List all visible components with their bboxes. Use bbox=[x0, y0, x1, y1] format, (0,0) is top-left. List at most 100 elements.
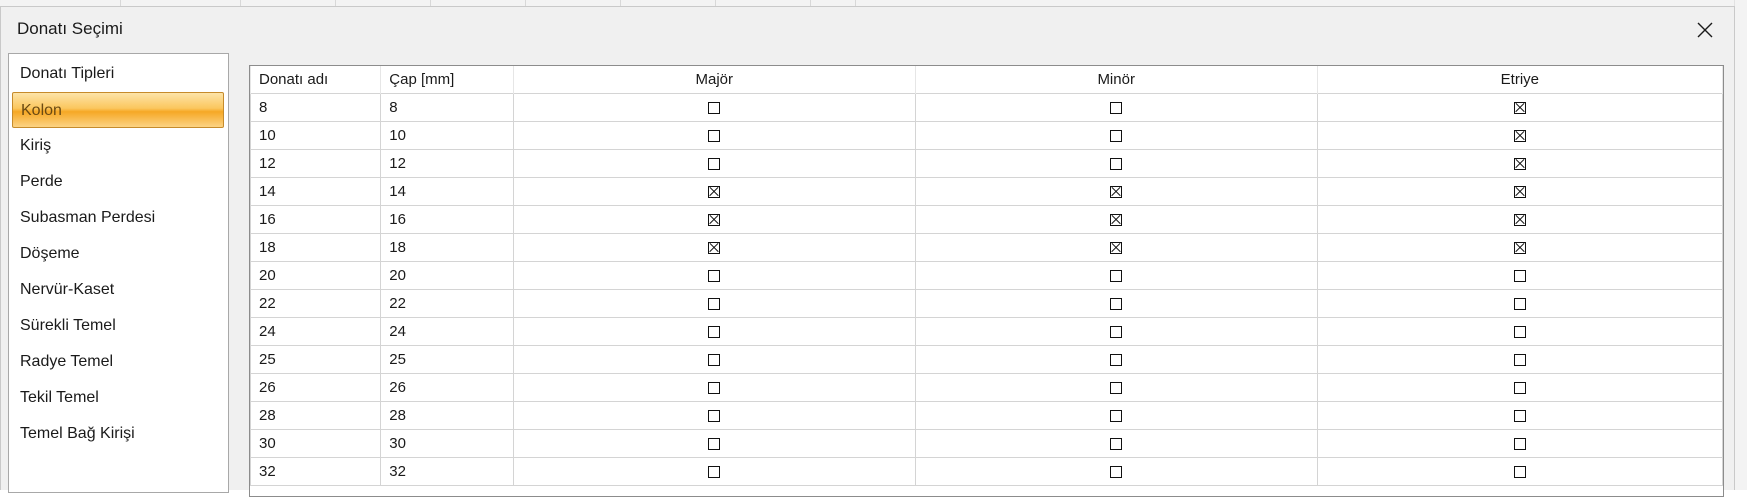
major-checkbox[interactable] bbox=[708, 466, 721, 479]
cell-name[interactable]: 12 bbox=[250, 149, 382, 178]
sidebar-item[interactable]: Tekil Temel bbox=[12, 380, 224, 416]
table-row[interactable]: 12 12 bbox=[250, 149, 1723, 178]
cell-name[interactable]: 22 bbox=[250, 289, 382, 318]
sidebar-item[interactable]: Kolon bbox=[12, 92, 224, 128]
cell-name[interactable]: 28 bbox=[250, 401, 382, 430]
stirrup-checkbox[interactable] bbox=[1513, 270, 1526, 283]
cell-diameter[interactable]: 22 bbox=[380, 289, 514, 318]
stirrup-checkbox[interactable] bbox=[1513, 186, 1526, 199]
table-row[interactable]: 25 25 bbox=[250, 345, 1723, 374]
sidebar-item[interactable]: Radye Temel bbox=[12, 344, 224, 380]
stirrup-checkbox[interactable] bbox=[1513, 326, 1526, 339]
major-checkbox[interactable] bbox=[708, 214, 721, 227]
major-checkbox[interactable] bbox=[708, 298, 721, 311]
major-checkbox[interactable] bbox=[708, 354, 721, 367]
cell-name[interactable]: 20 bbox=[250, 261, 382, 290]
cell-diameter[interactable]: 20 bbox=[380, 261, 514, 290]
cell-name[interactable]: 32 bbox=[250, 457, 382, 486]
major-checkbox[interactable] bbox=[708, 382, 721, 395]
minor-checkbox[interactable] bbox=[1110, 214, 1123, 227]
major-checkbox[interactable] bbox=[708, 186, 721, 199]
minor-checkbox[interactable] bbox=[1110, 270, 1123, 283]
major-checkbox[interactable] bbox=[708, 158, 721, 171]
cell-diameter[interactable]: 26 bbox=[380, 373, 514, 402]
cell-diameter[interactable]: 24 bbox=[380, 317, 514, 346]
sidebar-item[interactable]: Kiriş bbox=[12, 128, 224, 164]
cell-diameter[interactable]: 32 bbox=[380, 457, 514, 486]
minor-checkbox[interactable] bbox=[1110, 102, 1123, 115]
cell-diameter[interactable]: 10 bbox=[380, 121, 514, 150]
table-row[interactable]: 88 bbox=[250, 93, 1723, 122]
column-header-diameter[interactable]: Çap [mm] bbox=[380, 66, 514, 94]
table-row[interactable]: 26 26 bbox=[250, 373, 1723, 402]
table-row[interactable]: 24 24 bbox=[250, 317, 1723, 346]
stirrup-checkbox[interactable] bbox=[1513, 354, 1526, 367]
sidebar-item[interactable]: Sürekli Temel bbox=[12, 308, 224, 344]
stirrup-checkbox[interactable] bbox=[1513, 466, 1526, 479]
major-checkbox[interactable] bbox=[708, 326, 721, 339]
sidebar-item[interactable]: Subasman Perdesi bbox=[12, 200, 224, 236]
major-checkbox[interactable] bbox=[708, 438, 721, 451]
table-row[interactable]: 30 30 bbox=[250, 429, 1723, 458]
cell-diameter[interactable]: 12 bbox=[380, 149, 514, 178]
major-checkbox[interactable] bbox=[708, 102, 721, 115]
minor-checkbox[interactable] bbox=[1110, 382, 1123, 395]
sidebar-item[interactable]: Perde bbox=[12, 164, 224, 200]
table-row[interactable]: 20 20 bbox=[250, 261, 1723, 290]
minor-checkbox[interactable] bbox=[1110, 242, 1123, 255]
table-row[interactable]: 18 18 bbox=[250, 233, 1723, 262]
minor-checkbox[interactable] bbox=[1110, 186, 1123, 199]
major-checkbox[interactable] bbox=[708, 410, 721, 423]
stirrup-checkbox[interactable] bbox=[1513, 214, 1526, 227]
stirrup-checkbox[interactable] bbox=[1513, 102, 1526, 115]
major-checkbox[interactable] bbox=[708, 130, 721, 143]
table-row[interactable]: 32 32 bbox=[250, 457, 1723, 486]
minor-checkbox[interactable] bbox=[1110, 130, 1123, 143]
cell-name[interactable]: 16 bbox=[250, 205, 382, 234]
table-row[interactable]: 28 28 bbox=[250, 401, 1723, 430]
cell-name[interactable]: 8 bbox=[250, 93, 382, 122]
column-header-name[interactable]: Donatı adı bbox=[250, 66, 382, 94]
sidebar-item[interactable]: Donatı Tipleri bbox=[12, 56, 224, 92]
column-header-minor[interactable]: Minör bbox=[914, 66, 1318, 94]
stirrup-checkbox[interactable] bbox=[1513, 242, 1526, 255]
cell-diameter[interactable]: 16 bbox=[380, 205, 514, 234]
stirrup-checkbox[interactable] bbox=[1513, 438, 1526, 451]
stirrup-checkbox[interactable] bbox=[1513, 382, 1526, 395]
minor-checkbox[interactable] bbox=[1110, 410, 1123, 423]
column-header-major[interactable]: Majör bbox=[512, 66, 916, 94]
stirrup-checkbox[interactable] bbox=[1513, 298, 1526, 311]
cell-name[interactable]: 26 bbox=[250, 373, 382, 402]
table-row[interactable]: 22 22 bbox=[250, 289, 1723, 318]
stirrup-checkbox[interactable] bbox=[1513, 158, 1526, 171]
table-row[interactable]: 14 14 bbox=[250, 177, 1723, 206]
minor-checkbox[interactable] bbox=[1110, 466, 1123, 479]
cell-diameter[interactable]: 28 bbox=[380, 401, 514, 430]
stirrup-checkbox[interactable] bbox=[1513, 130, 1526, 143]
major-checkbox[interactable] bbox=[708, 270, 721, 283]
sidebar-item[interactable]: Döşeme bbox=[12, 236, 224, 272]
cell-diameter[interactable]: 14 bbox=[380, 177, 514, 206]
minor-checkbox[interactable] bbox=[1110, 326, 1123, 339]
cell-name[interactable]: 30 bbox=[250, 429, 382, 458]
table-row[interactable]: 10 10 bbox=[250, 121, 1723, 150]
table-row[interactable]: 16 16 bbox=[250, 205, 1723, 234]
column-header-stirrup[interactable]: Etriye bbox=[1316, 66, 1723, 94]
minor-checkbox[interactable] bbox=[1110, 438, 1123, 451]
minor-checkbox[interactable] bbox=[1110, 158, 1123, 171]
cell-diameter[interactable]: 30 bbox=[380, 429, 514, 458]
minor-checkbox[interactable] bbox=[1110, 354, 1123, 367]
major-checkbox[interactable] bbox=[708, 242, 721, 255]
cell-name[interactable]: 25 bbox=[250, 345, 382, 374]
sidebar-item[interactable]: Nervür-Kaset bbox=[12, 272, 224, 308]
cell-name[interactable]: 10 bbox=[250, 121, 382, 150]
sidebar-item[interactable]: Temel Bağ Kirişi bbox=[12, 416, 224, 452]
cell-diameter[interactable]: 8 bbox=[380, 93, 514, 122]
stirrup-checkbox[interactable] bbox=[1513, 410, 1526, 423]
cell-diameter[interactable]: 18 bbox=[380, 233, 514, 262]
minor-checkbox[interactable] bbox=[1110, 298, 1123, 311]
cell-name[interactable]: 18 bbox=[250, 233, 382, 262]
close-button[interactable] bbox=[1690, 15, 1720, 45]
cell-diameter[interactable]: 25 bbox=[380, 345, 514, 374]
cell-name[interactable]: 14 bbox=[250, 177, 382, 206]
